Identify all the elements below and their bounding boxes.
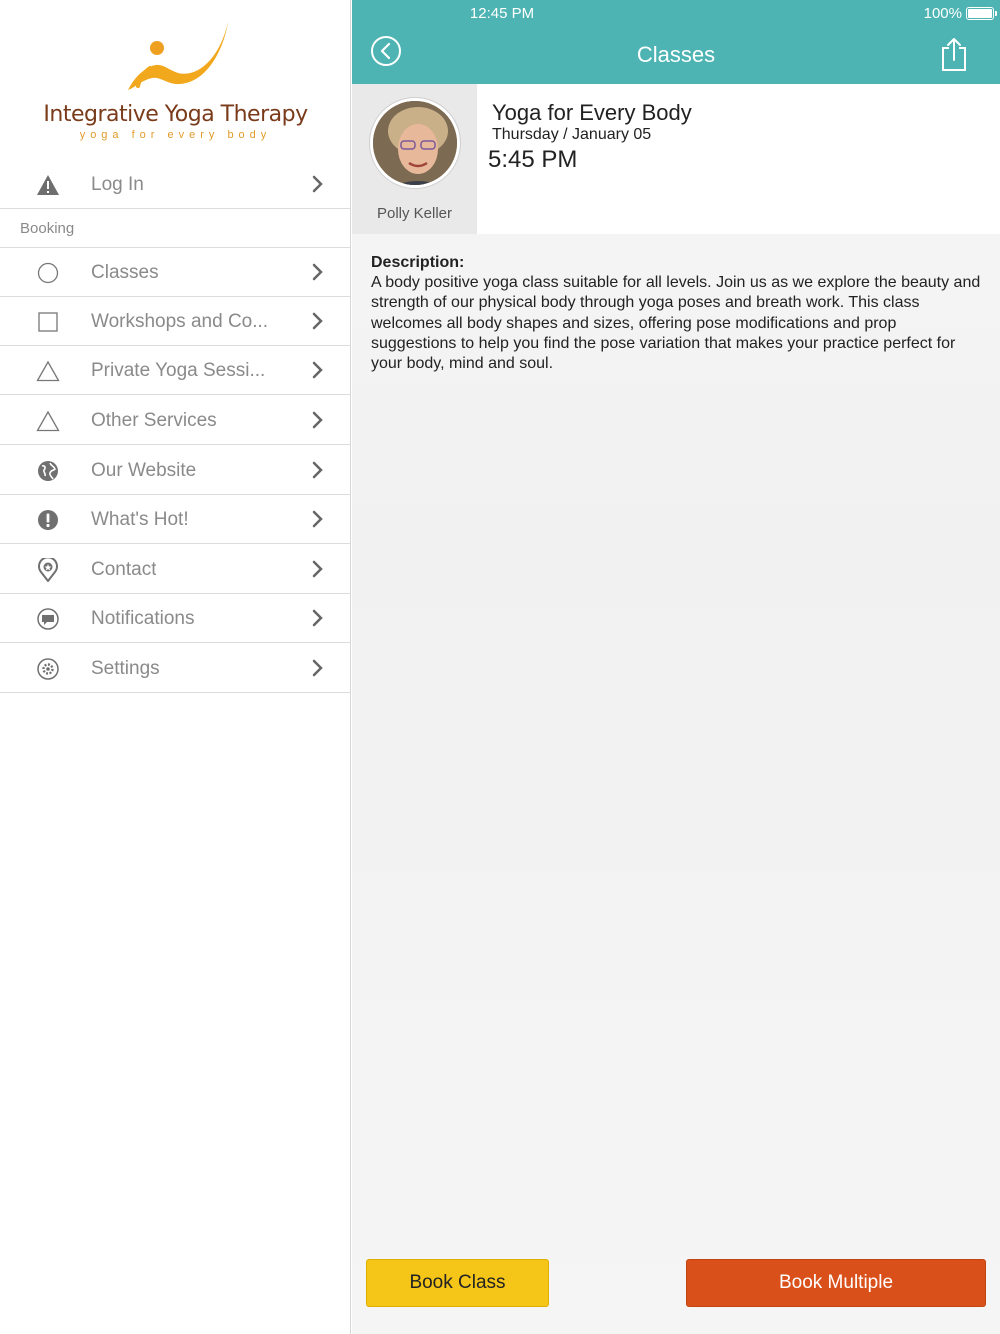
status-time: 12:45 PM: [469, 5, 535, 22]
circle-icon: [36, 261, 60, 285]
sidebar-item-workshops[interactable]: Workshops and Co...: [0, 297, 351, 346]
warning-icon: [36, 173, 60, 197]
nav-bar: 12:45 PM 100% Classes: [352, 0, 1000, 84]
class-title: Yoga for Every Body: [492, 100, 692, 125]
chat-bubble-icon: [36, 607, 60, 631]
sidebar-item-private-yoga[interactable]: Private Yoga Sessi...: [0, 346, 351, 395]
sidebar-item-classes[interactable]: Classes: [0, 248, 351, 297]
chevron-right-icon: [312, 609, 323, 627]
description-label: Description:: [371, 254, 465, 271]
chevron-right-icon: [312, 461, 323, 479]
sidebar-item-label: Notifications: [91, 608, 195, 629]
chevron-right-icon: [312, 361, 323, 379]
location-pin-icon: [36, 558, 60, 582]
sidebar-item-other-services[interactable]: Other Services: [0, 396, 351, 445]
sidebar-item-label: Our Website: [91, 460, 197, 481]
logo-tagline: yoga for every body: [79, 129, 272, 141]
status-battery: 100%: [923, 5, 997, 22]
chevron-right-icon: [312, 175, 323, 193]
battery-percent: 100%: [923, 5, 962, 22]
sidebar-item-label: Contact: [91, 559, 157, 580]
sidebar-item-label: Classes: [91, 262, 159, 283]
square-icon: [36, 310, 60, 334]
sidebar-item-label: What's Hot!: [91, 509, 189, 530]
battery-icon: [966, 7, 997, 20]
sidebar-item-whats-hot[interactable]: What's Hot!: [0, 495, 351, 544]
description-text: A body positive yoga class suitable for …: [371, 274, 981, 373]
main-content: 12:45 PM 100% Classes Polly Keller Yoga …: [352, 0, 1000, 1334]
instructor-panel[interactable]: Polly Keller: [352, 84, 477, 234]
sidebar-item-contact[interactable]: Contact: [0, 545, 351, 594]
book-class-button[interactable]: Book Class: [366, 1259, 549, 1307]
triangle-icon: [36, 409, 60, 433]
logo: Integrative Yoga Therapy yoga for every …: [0, 0, 351, 160]
class-time: 5:45 PM: [488, 146, 578, 173]
triangle-icon: [36, 359, 60, 383]
sidebar-item-label: Log In: [91, 174, 144, 195]
section-label: Booking: [20, 220, 75, 237]
sidebar-item-login[interactable]: Log In: [0, 160, 351, 209]
chevron-right-icon: [312, 312, 323, 330]
page-title: Classes: [636, 42, 716, 67]
chevron-right-icon: [312, 411, 323, 429]
sidebar-item-our-website[interactable]: Our Website: [0, 446, 351, 495]
sidebar-item-notifications[interactable]: Notifications: [0, 594, 351, 643]
share-button[interactable]: [940, 36, 968, 72]
chevron-right-icon: [312, 560, 323, 578]
sidebar-item-label: Workshops and Co...: [91, 311, 269, 332]
logo-title: Integrative Yoga Therapy: [43, 102, 308, 127]
logo-mark-icon: [128, 22, 228, 90]
sidebar-item-settings[interactable]: Settings: [0, 644, 351, 693]
sidebar-item-label: Private Yoga Sessi...: [91, 360, 266, 381]
exclamation-icon: [36, 508, 60, 532]
chevron-right-icon: [312, 659, 323, 677]
class-date: Thursday / January 05: [492, 126, 652, 143]
sidebar-item-label: Other Services: [91, 410, 217, 431]
description-block: Description: A body positive yoga class …: [371, 253, 981, 374]
avatar: [370, 98, 460, 188]
class-header: Polly Keller Yoga for Every Body Thursda…: [352, 84, 1000, 234]
sidebar-item-label: Settings: [91, 658, 160, 679]
chevron-right-icon: [312, 510, 323, 528]
sidebar: Integrative Yoga Therapy yoga for every …: [0, 0, 351, 1334]
globe-icon: [36, 459, 60, 483]
section-header-booking: Booking: [0, 209, 351, 248]
instructor-name: Polly Keller: [376, 205, 453, 222]
chevron-right-icon: [312, 263, 323, 281]
book-multiple-button[interactable]: Book Multiple: [686, 1259, 986, 1307]
gear-icon: [36, 657, 60, 681]
